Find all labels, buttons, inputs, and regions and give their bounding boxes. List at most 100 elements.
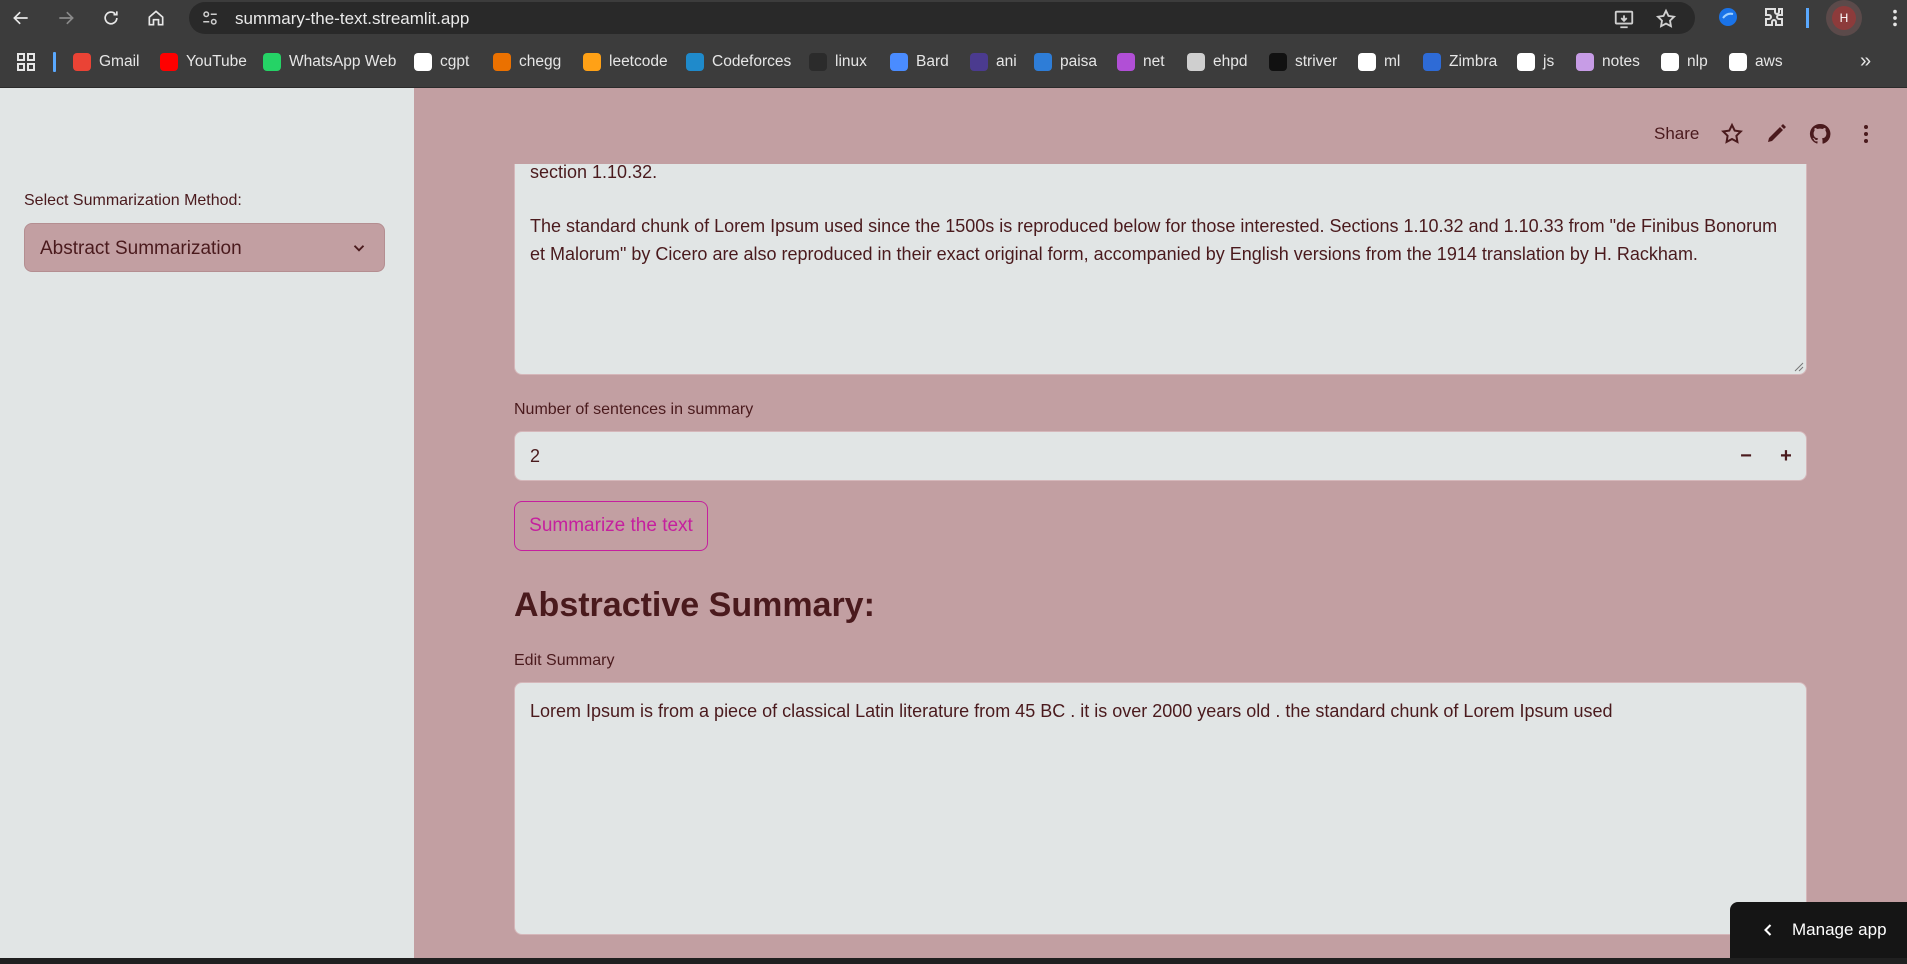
bookmark-label: nlp [1687,53,1708,70]
profile-avatar[interactable]: H [1826,0,1862,36]
toolbar-divider [1806,8,1809,28]
bookmark-zimbra[interactable]: Zimbra [1423,50,1497,74]
bookmark-ehpd[interactable]: ehpd [1187,50,1247,74]
app-menu-icon[interactable] [1854,122,1878,146]
edit-summary-label: Edit Summary [514,652,615,669]
share-button[interactable]: Share [1654,124,1699,144]
bookmark-codeforces[interactable]: Codeforces [686,50,791,74]
summary-text: Lorem Ipsum is from a piece of classical… [530,701,1613,721]
bookmark-cgpt[interactable]: cgpt [414,50,469,74]
bookmark-label: Codeforces [712,53,792,70]
bookmark-js[interactable]: js [1517,50,1554,74]
bookmark-label: js [1543,53,1555,70]
bookmark-gmail[interactable]: Gmail [73,50,139,74]
github-icon [1358,53,1376,71]
bookmark-label: ehpd [1213,53,1248,70]
chevron-left-icon [1764,924,1772,936]
extensions-puzzle-icon[interactable] [1762,5,1786,29]
bookmark-label: WhatsApp Web [289,53,397,70]
home-icon[interactable] [142,4,170,32]
bottom-strip [0,958,1907,964]
bookmark-label: Zimbra [1449,53,1498,70]
codeforces-icon [686,53,704,71]
input-text-line: section 1.10.32. [530,164,658,182]
bookmark-ani[interactable]: ani [970,50,1017,74]
chegg-icon [493,53,511,71]
bookmark-label: chegg [519,53,562,70]
browser-menu-icon[interactable] [1884,6,1906,30]
summary-text-area[interactable]: Lorem Ipsum is from a piece of classical… [514,682,1807,935]
github-icon [1517,53,1535,71]
increment-button[interactable]: + [1774,444,1798,468]
chevron-down-icon [353,245,365,252]
bookmark-label: notes [1602,53,1640,70]
sentences-value: 2 [530,446,541,466]
bard-icon [890,53,908,71]
github-icon [809,53,827,71]
bookmark-youtube[interactable]: YouTube [160,50,247,74]
bookmark-label: Bard [916,53,949,70]
bookmark-net[interactable]: net [1117,50,1165,74]
edit-pencil-icon[interactable] [1764,122,1788,146]
bookmark-leetcode[interactable]: leetcode [583,50,668,74]
site-info-icon[interactable] [201,9,219,27]
zimbra-icon [1423,53,1441,71]
manage-app-label: Manage app [1792,920,1887,939]
browser-toolbar: summary-the-text.streamlit.app H [0,0,1907,36]
bookmark-whatsapp-web[interactable]: WhatsApp Web [263,50,396,74]
star-icon[interactable] [1720,122,1744,146]
bookmark-nlp[interactable]: nlp [1661,50,1708,74]
input-text-paragraph: The standard chunk of Lorem Ipsum used s… [530,216,1778,264]
bookmark-ml[interactable]: ml [1358,50,1400,74]
bookmark-striver[interactable]: striver [1269,50,1337,74]
sidebar [0,88,414,958]
bookmark-aws[interactable]: aws [1729,50,1783,74]
method-select-value: Abstract Summarization [40,238,242,259]
bookmark-star-icon[interactable] [1655,8,1677,30]
youtube-icon [160,53,178,71]
umbrella-icon [1117,53,1135,71]
reload-icon[interactable] [97,4,125,32]
bookmark-label: ani [996,53,1017,70]
manage-app-button[interactable]: Manage app [1730,902,1907,958]
bookmark-paisa[interactable]: paisa [1034,50,1097,74]
leetcode-icon [583,53,601,71]
bookmark-label: leetcode [609,53,668,70]
extension-icon[interactable] [1716,5,1740,29]
ehpd-icon [1187,53,1205,71]
paisa-icon [1034,53,1052,71]
bookmark-label: YouTube [186,53,247,70]
bookmarks-bar: Gmail YouTube WhatsApp Web cgpt chegg leetcod… [0,36,1907,88]
bookmark-label: Gmail [99,53,140,70]
method-select[interactable]: Abstract Summarization [24,223,385,272]
bookmark-notes[interactable]: notes [1576,50,1640,74]
input-text-area[interactable]: section 1.10.32. The standard chunk of L… [514,164,1807,375]
install-app-icon[interactable] [1613,8,1635,30]
bookmark-bard[interactable]: Bard [890,50,949,74]
more-bookmarks-icon[interactable]: » [1860,50,1871,73]
sentences-label: Number of sentences in summary [514,401,754,418]
address-bar[interactable]: summary-the-text.streamlit.app [189,2,1695,34]
back-icon[interactable] [7,4,35,32]
url-text: summary-the-text.streamlit.app [235,9,470,28]
decrement-button[interactable]: − [1734,444,1758,468]
forward-icon[interactable] [52,4,80,32]
profile-initial: H [1832,6,1856,30]
tuf-icon [1269,53,1287,71]
github-icon [1729,53,1747,71]
bookmark-label: paisa [1060,53,1098,70]
github-icon[interactable] [1808,122,1832,146]
github-icon [1661,53,1679,71]
resize-handle-icon[interactable] [1794,362,1804,372]
bookmark-chegg[interactable]: chegg [493,50,561,74]
summarize-button[interactable]: Summarize the text [514,501,708,551]
notes-icon [1576,53,1594,71]
bookmark-linux[interactable]: linux [809,50,867,74]
bookmark-label: ml [1384,53,1401,70]
apps-grid-icon[interactable] [16,52,36,72]
bookmark-label: striver [1295,53,1338,70]
sentences-number-input[interactable]: 2 − + [514,431,1807,481]
method-select-label: Select Summarization Method: [24,192,242,209]
chatgpt-icon [414,53,432,71]
hianime-icon [970,53,988,71]
